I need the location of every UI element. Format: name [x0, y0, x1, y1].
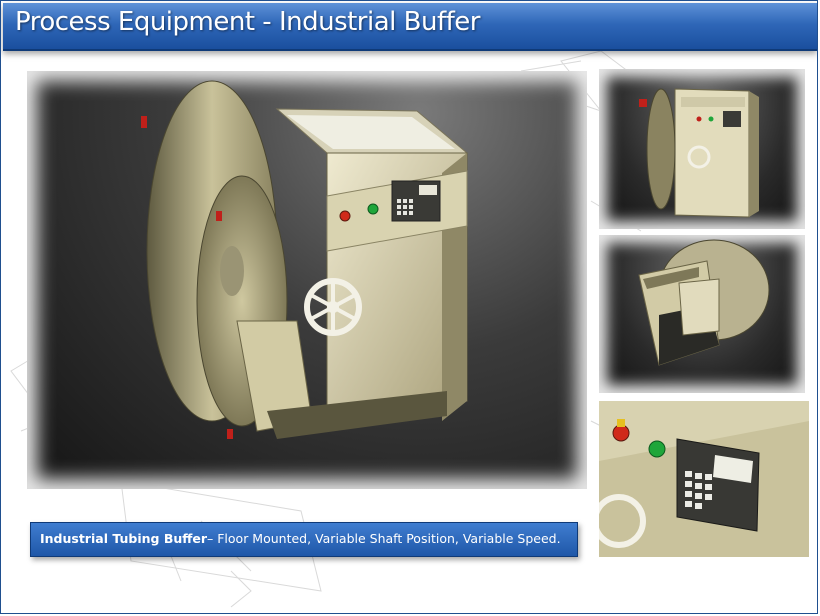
thumbnail-front-view [599, 69, 805, 229]
caption-bar: Industrial Tubing Buffer– Floor Mounted,… [30, 522, 578, 557]
title-bar: Process Equipment - Industrial Buffer [3, 3, 817, 51]
caption-description: – Floor Mounted, Variable Shaft Position… [207, 531, 561, 546]
caption-product-name: Industrial Tubing Buffer [40, 531, 208, 546]
main-machine-image [27, 71, 587, 489]
caption-text: Industrial Tubing Buffer– Floor Mounted,… [40, 531, 561, 546]
thumbnail-rear-view [599, 235, 805, 393]
page-title: Process Equipment - Industrial Buffer [15, 7, 480, 37]
thumbnail-control-panel [599, 401, 809, 557]
slide: Process Equipment - Industrial Buffer In… [0, 0, 818, 614]
